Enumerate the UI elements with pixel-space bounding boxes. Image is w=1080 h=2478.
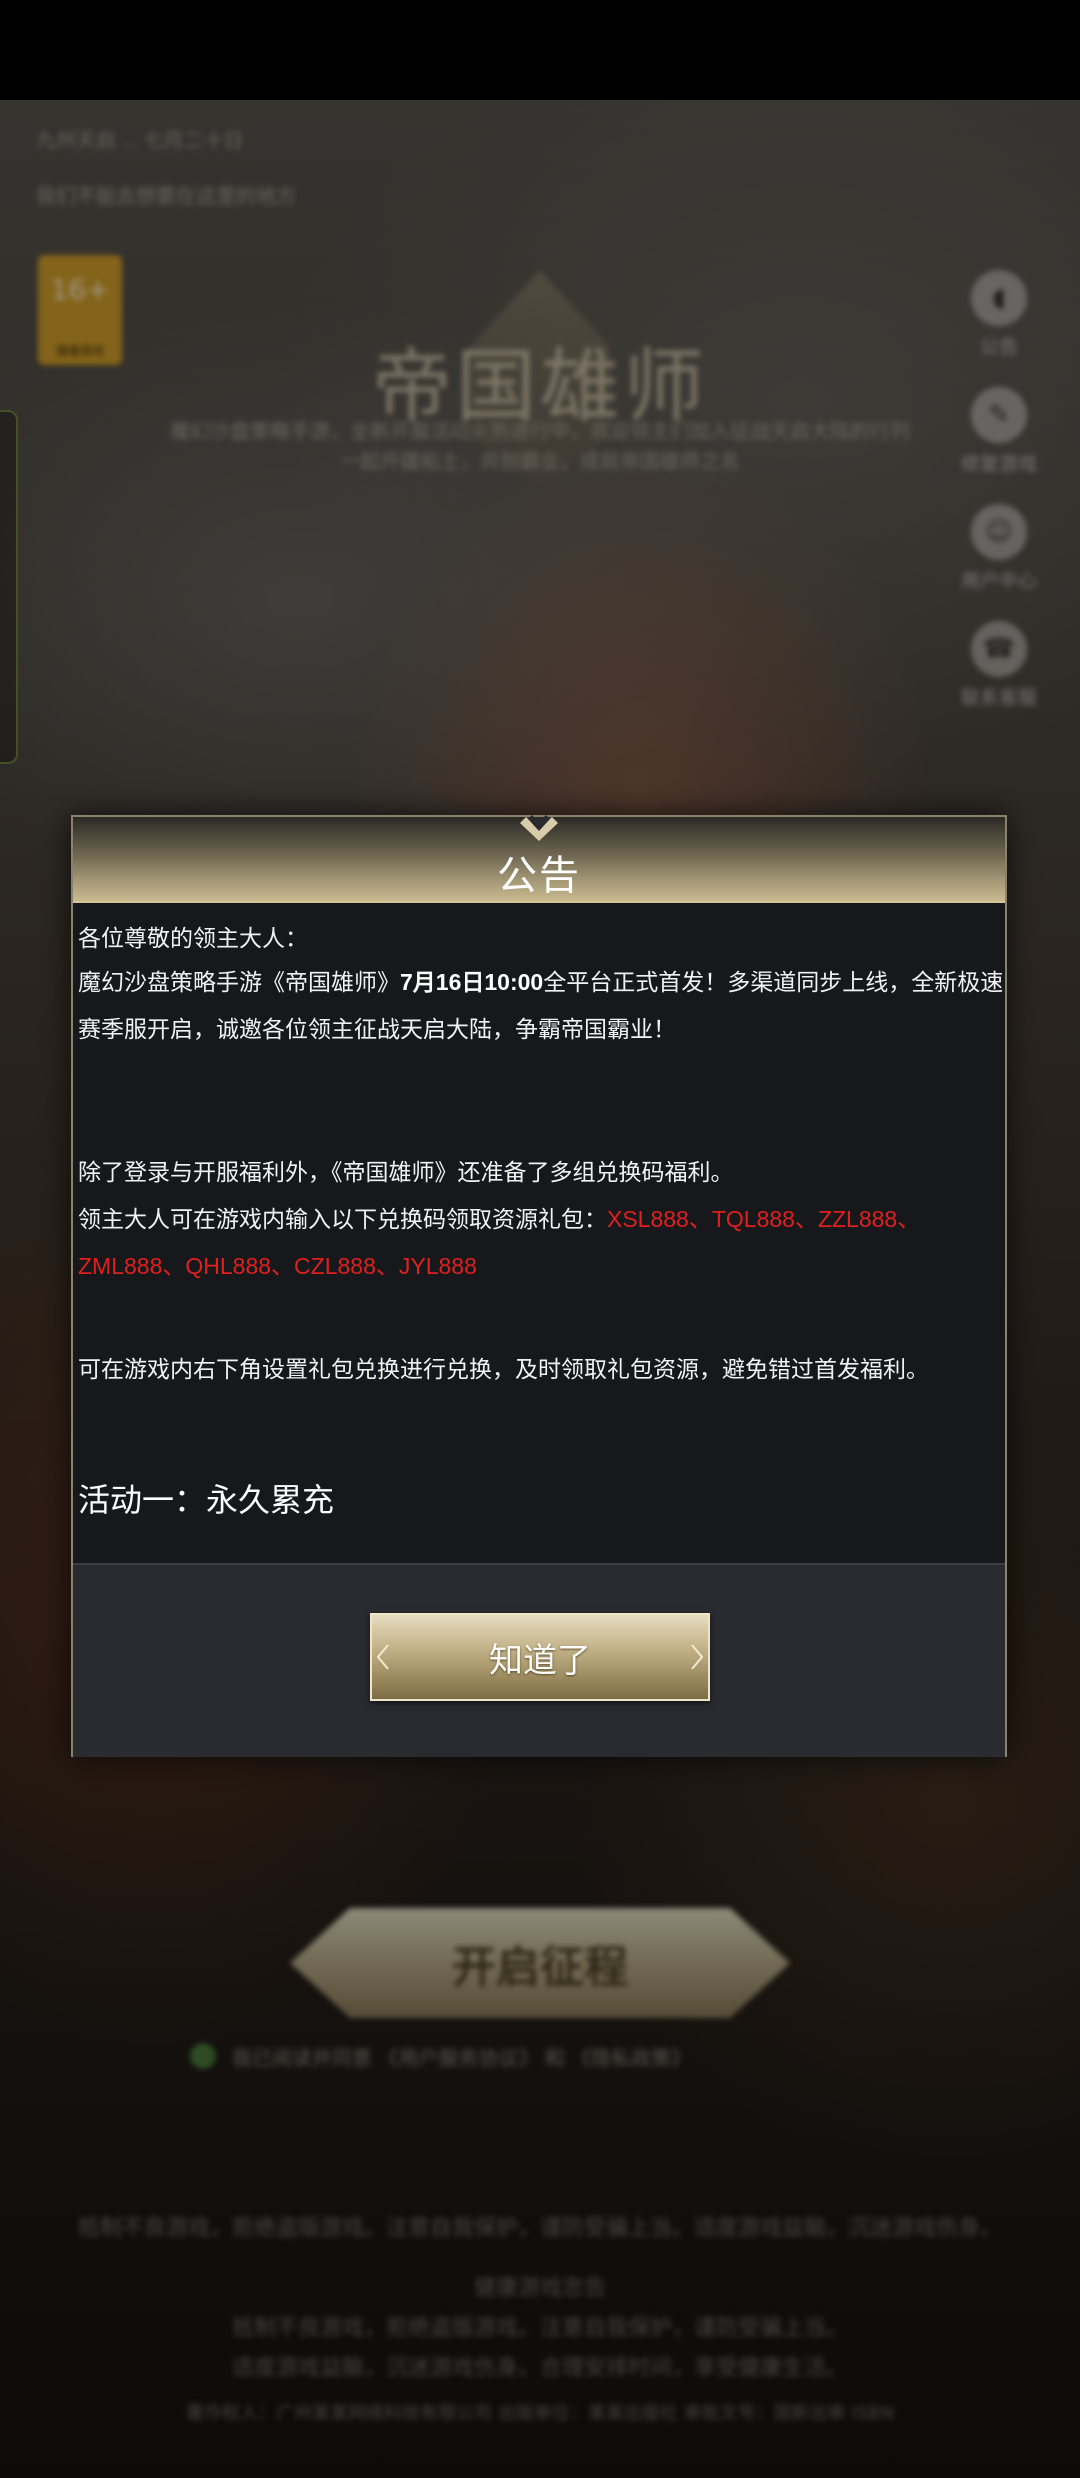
launch-time: 7月16日10:00 (400, 969, 544, 995)
activity-heading: 活动一：永久累充 (78, 1482, 335, 1518)
greeting-text: 各位尊敬的领主大人： (78, 925, 308, 951)
chevron-left-icon (376, 1644, 389, 1670)
dialog-title: 公告 (497, 854, 581, 898)
announcement-paragraph-3: 领主大人可在游戏内输入以下兑换码领取资源礼包：XSL888、TQL888、ZZL… (78, 1196, 1005, 1290)
para1-text: 魔幻沙盘策略手游《帝国雄师》 (78, 969, 400, 995)
got-it-button[interactable]: 知道了 (370, 1613, 710, 1701)
announcement-paragraph-1: 魔幻沙盘策略手游《帝国雄师》7月16日10:00全平台正式首发！多渠道同步上线，… (78, 959, 1005, 1053)
dialog-footer: 知道了 (73, 1563, 1005, 1757)
dialog-header: 公告 (73, 815, 1005, 903)
para3-text: 领主大人可在游戏内输入以下兑换码领取资源礼包： (78, 1206, 607, 1232)
announcement-paragraph-2: 除了登录与开服福利外，《帝国雄师》还准备了多组兑换码福利。 (78, 1159, 734, 1185)
announcement-content[interactable]: 各位尊敬的领主大人： 魔幻沙盘策略手游《帝国雄师》7月16日10:00全平台正式… (73, 903, 1005, 1563)
announcement-dialog: 公告 各位尊敬的领主大人： 魔幻沙盘策略手游《帝国雄师》7月16日10:00全平… (71, 815, 1007, 1757)
diamond-ornament-icon (520, 815, 558, 841)
chevron-right-icon (691, 1644, 704, 1670)
announcement-paragraph-4: 可在游戏内右下角设置礼包兑换进行兑换，及时领取礼包资源，避免错过首发福利。 (78, 1356, 929, 1382)
status-bar (0, 0, 1080, 100)
got-it-label: 知道了 (489, 1641, 591, 1680)
